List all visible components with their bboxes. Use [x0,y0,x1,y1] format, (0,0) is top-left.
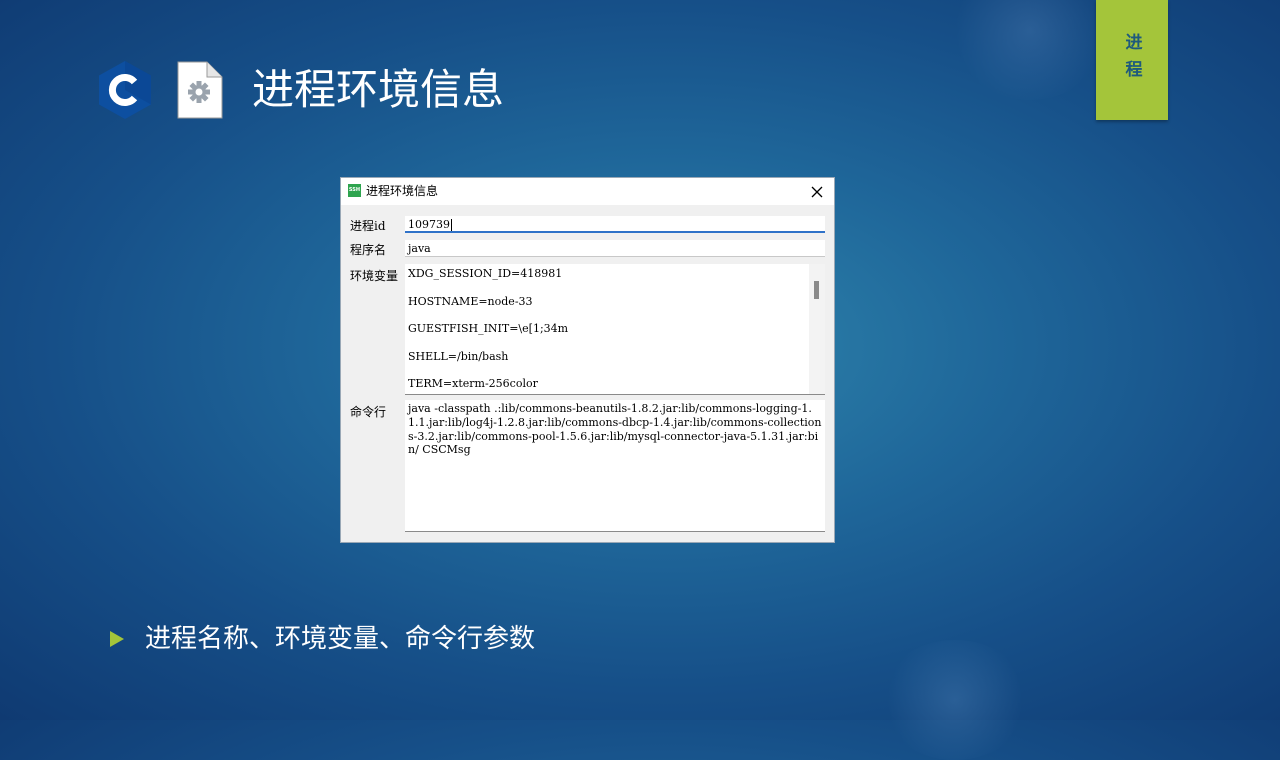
env-scrollbar[interactable] [809,264,825,394]
env-var-line: XDG_SESSION_ID=418981 [408,267,563,280]
settings-file-icon [177,61,223,119]
process-env-dialog: SSH 进程环境信息 进程id 109739 程序名 java 环境变量 XDG… [340,177,835,543]
text-caret [451,219,452,231]
pid-field[interactable]: 109739 [405,216,825,233]
env-var-line: TERM=xterm-256color [408,377,538,390]
section-tab: 进程 [1096,0,1168,120]
ssh-app-icon: SSH [348,184,361,197]
env-var-line: SHELL=/bin/bash [408,350,509,363]
env-var-line: GUESTFISH_INIT=\e[1;34m [408,322,569,335]
cmd-label: 命令行 [350,405,387,419]
env-var-line: HOSTNAME=node-33 [408,295,533,308]
background-glow [880,640,1030,760]
scrollbar-thumb[interactable] [814,281,819,299]
name-label: 程序名 [350,243,387,257]
dialog-title: 进程环境信息 [366,184,439,198]
c-language-logo-icon [99,61,151,119]
pid-label: 进程id [350,219,386,233]
triangle-bullet-icon [110,631,124,647]
close-icon [811,186,823,197]
pid-value: 109739 [408,218,450,231]
close-button[interactable] [800,178,834,205]
env-vars-textarea[interactable]: XDG_SESSION_ID=418981 HOSTNAME=node-33 G… [405,264,825,395]
bullet-text: 进程名称、环境变量、命令行参数 [145,624,536,654]
slide-title: 进程环境信息 [252,65,505,114]
cmdline-textarea[interactable]: java -classpath .:lib/commons-beanutils-… [405,400,825,532]
program-name-value: java [408,242,431,255]
env-label: 环境变量 [350,269,399,283]
background-glow [950,0,1110,100]
dialog-titlebar[interactable]: SSH 进程环境信息 [341,178,834,205]
section-tab-label: 进程 [1121,33,1142,87]
program-name-field[interactable]: java [405,240,825,257]
